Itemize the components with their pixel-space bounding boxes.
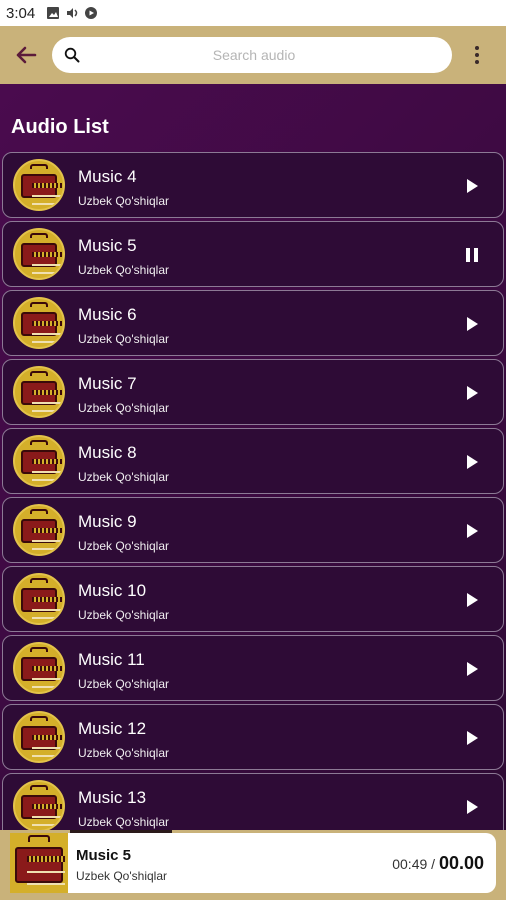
list-item[interactable]: Music 4 Uzbek Qo'shiqlar <box>2 152 504 218</box>
radio-album-art <box>13 642 65 694</box>
radio-album-art <box>13 780 65 830</box>
more-dot-icon <box>475 53 479 57</box>
list-item[interactable]: Music 9 Uzbek Qo'shiqlar <box>2 497 504 563</box>
item-title: Music 7 <box>78 374 137 393</box>
item-subtitle: Uzbek Qo'shiqlar <box>78 332 169 346</box>
page-title: Audio List <box>11 116 109 138</box>
play-icon <box>467 317 478 331</box>
item-subtitle: Uzbek Qo'shiqlar <box>78 263 169 277</box>
radio-album-art <box>13 228 65 280</box>
image-notification-icon <box>47 7 60 19</box>
player-info-card[interactable]: Music 5 Uzbek Qo'shiqlar 00:49 / 00.00 <box>68 833 496 893</box>
play-button[interactable] <box>463 522 481 540</box>
item-subtitle: Uzbek Qo'shiqlar <box>78 401 169 415</box>
play-button[interactable] <box>463 315 481 333</box>
item-title: Music 10 <box>78 581 147 600</box>
item-title: Music 12 <box>78 719 147 738</box>
audio-list-screen: Audio List Music 4 Uzbek Qo'shiqlar Music … <box>0 84 506 830</box>
media-notification-icon <box>85 7 98 19</box>
search-icon <box>64 47 80 63</box>
status-time: 3:04 <box>6 4 36 22</box>
play-icon <box>467 524 478 538</box>
play-button[interactable] <box>463 591 481 609</box>
item-subtitle: Uzbek Qo'shiqlar <box>78 470 169 484</box>
radio-album-art <box>13 435 65 487</box>
item-title: Music 13 <box>78 788 147 807</box>
play-button[interactable] <box>463 177 481 195</box>
play-icon <box>467 386 478 400</box>
play-icon <box>467 455 478 469</box>
player-track-title: Music 5 <box>76 847 132 864</box>
player-album-art <box>10 833 68 893</box>
elapsed-time: 00:49 <box>392 856 428 872</box>
item-title: Music 4 <box>78 167 137 186</box>
list-item[interactable]: Music 5 Uzbek Qo'shiqlar <box>2 221 504 287</box>
back-button[interactable] <box>0 26 52 84</box>
pause-button[interactable] <box>463 246 481 264</box>
radio-album-art <box>13 573 65 625</box>
list-item[interactable]: Music 13 Uzbek Qo'shiqlar <box>2 773 504 830</box>
more-dot-icon <box>475 46 479 50</box>
mini-player[interactable]: Music 5 Uzbek Qo'shiqlar 00:49 / 00.00 <box>0 830 506 900</box>
play-icon <box>467 800 478 814</box>
play-icon <box>467 662 478 676</box>
total-duration: 00.00 <box>438 853 484 873</box>
back-arrow-icon <box>16 46 37 64</box>
status-bar: 3:04 <box>0 0 506 26</box>
player-time: 00:49 / 00.00 <box>392 853 484 874</box>
radio-album-art <box>13 159 65 211</box>
top-toolbar <box>0 26 506 84</box>
more-options-button[interactable] <box>452 26 502 84</box>
radio-album-art <box>13 366 65 418</box>
item-subtitle: Uzbek Qo'shiqlar <box>78 677 169 691</box>
radio-album-art <box>13 504 65 556</box>
item-subtitle: Uzbek Qo'shiqlar <box>78 608 169 622</box>
radio-album-art <box>13 297 65 349</box>
play-button[interactable] <box>463 453 481 471</box>
audio-list: Music 4 Uzbek Qo'shiqlar Music 5 Uzbek Qo's… <box>2 152 504 830</box>
item-subtitle: Uzbek Qo'shiqlar <box>78 746 169 760</box>
play-button[interactable] <box>463 798 481 816</box>
item-subtitle: Uzbek Qo'shiqlar <box>78 539 169 553</box>
sound-notification-icon <box>67 8 78 18</box>
list-item[interactable]: Music 11 Uzbek Qo'shiqlar <box>2 635 504 701</box>
time-separator: / <box>431 856 436 872</box>
player-track-subtitle: Uzbek Qo'shiqlar <box>76 869 167 883</box>
list-item[interactable]: Music 6 Uzbek Qo'shiqlar <box>2 290 504 356</box>
item-title: Music 5 <box>78 236 137 255</box>
play-button[interactable] <box>463 384 481 402</box>
status-icons <box>47 7 98 19</box>
play-icon <box>467 731 478 745</box>
play-button[interactable] <box>463 729 481 747</box>
item-title: Music 6 <box>78 305 137 324</box>
list-item[interactable]: Music 7 Uzbek Qo'shiqlar <box>2 359 504 425</box>
play-button[interactable] <box>463 660 481 678</box>
item-subtitle: Uzbek Qo'shiqlar <box>78 815 169 829</box>
list-item[interactable]: Music 8 Uzbek Qo'shiqlar <box>2 428 504 494</box>
pause-icon <box>466 248 478 262</box>
search-input[interactable] <box>84 47 424 63</box>
item-title: Music 11 <box>78 650 145 669</box>
item-subtitle: Uzbek Qo'shiqlar <box>78 194 169 208</box>
radio-album-art <box>13 711 65 763</box>
list-item[interactable]: Music 12 Uzbek Qo'shiqlar <box>2 704 504 770</box>
item-title: Music 9 <box>78 512 137 531</box>
item-title: Music 8 <box>78 443 137 462</box>
list-item[interactable]: Music 10 Uzbek Qo'shiqlar <box>2 566 504 632</box>
search-box[interactable] <box>52 37 452 73</box>
play-icon <box>467 593 478 607</box>
more-dot-icon <box>475 60 479 64</box>
play-icon <box>467 179 478 193</box>
